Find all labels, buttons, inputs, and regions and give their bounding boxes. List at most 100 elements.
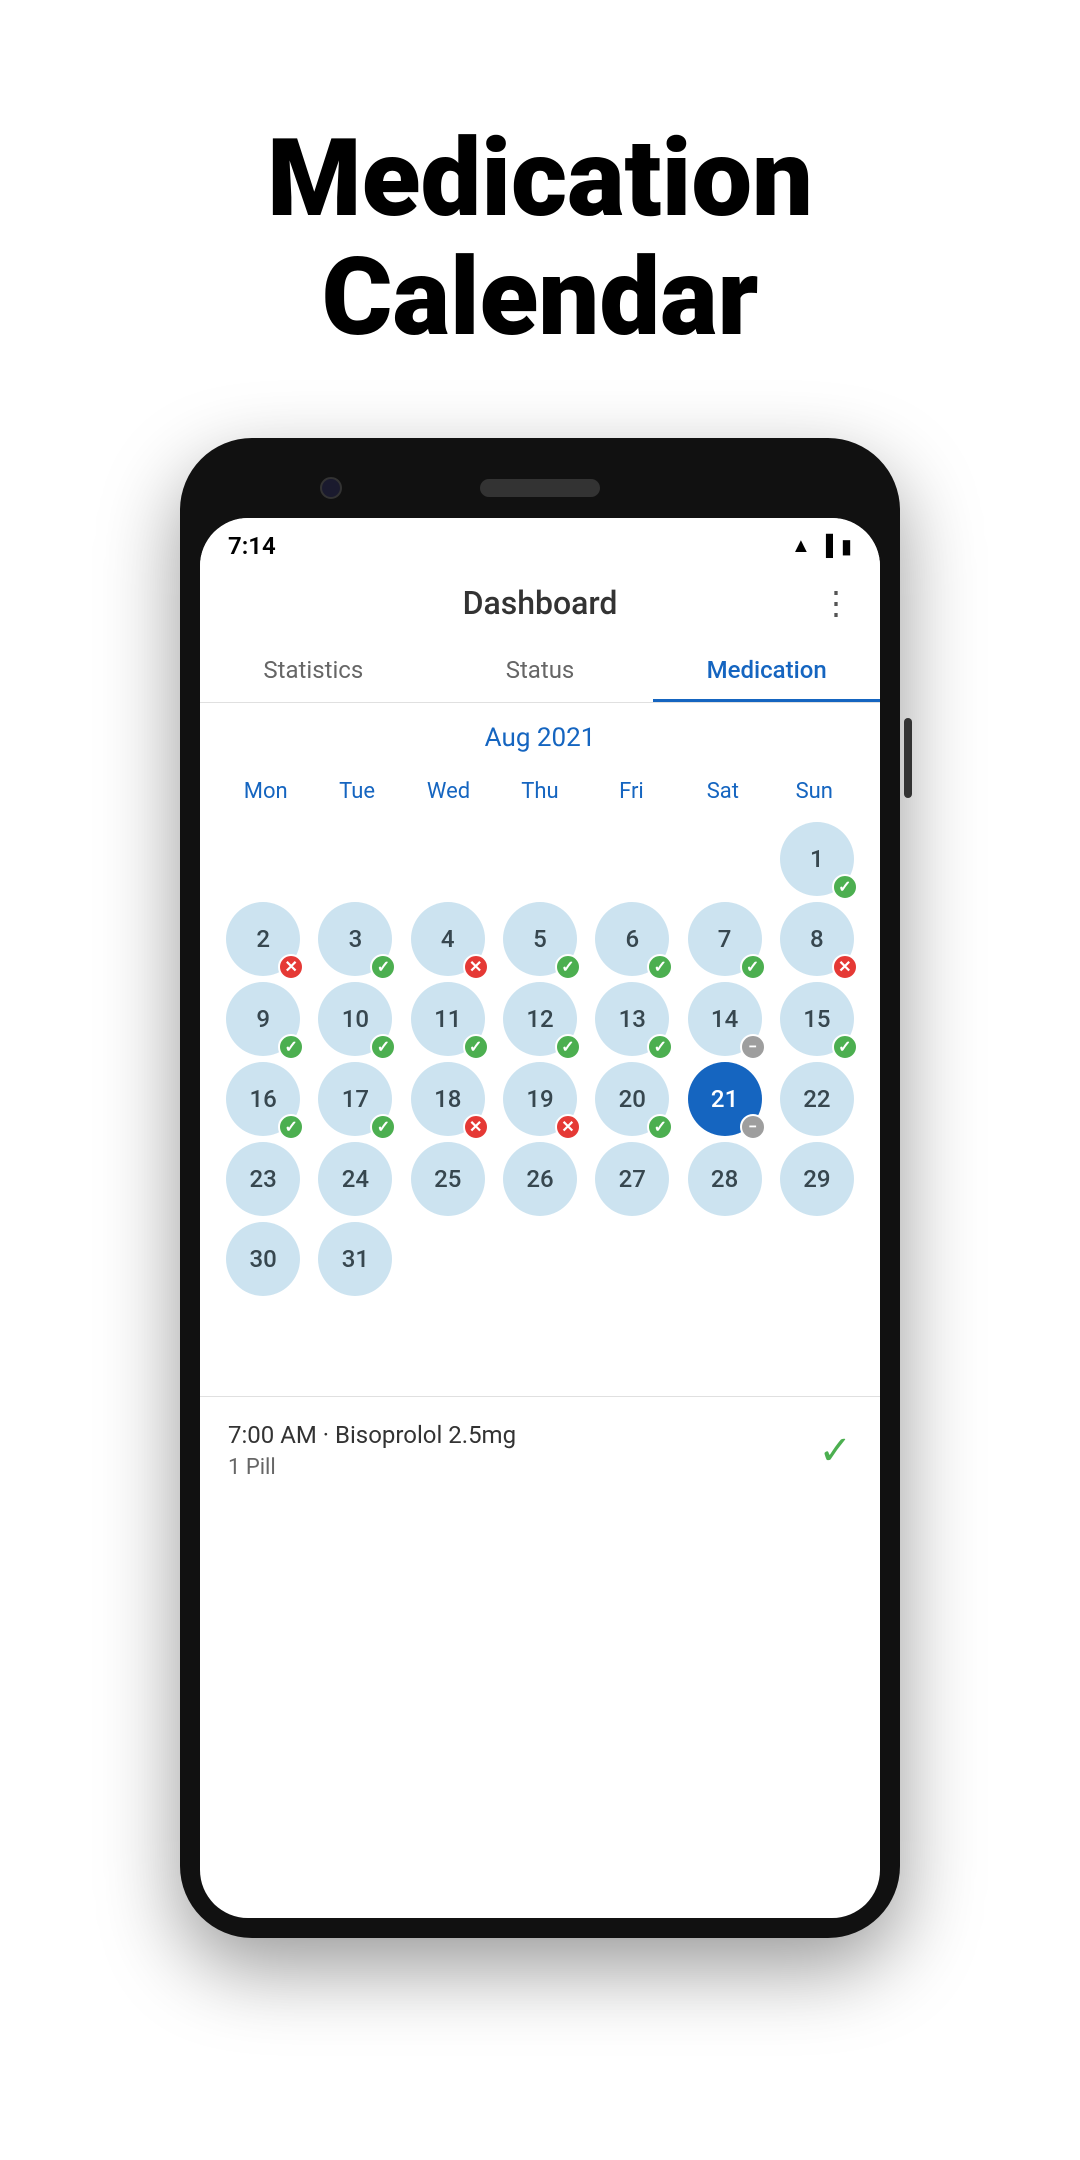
day-circle[interactable]: 29 (780, 1142, 854, 1216)
calendar-cell[interactable]: 20✓ (589, 1062, 675, 1136)
day-circle[interactable]: 16✓ (226, 1062, 300, 1136)
calendar-cell[interactable]: 2✕ (220, 902, 306, 976)
medication-time-name: 7:00 AM · Bisoprolol 2.5mg (228, 1421, 516, 1449)
medication-check-icon[interactable]: ✓ (818, 1427, 852, 1474)
calendar-cell[interactable]: 23 (220, 1142, 306, 1216)
day-number: 4 (441, 927, 455, 951)
day-circle[interactable]: 22 (780, 1062, 854, 1136)
day-circle[interactable]: 17✓ (318, 1062, 392, 1136)
day-circle[interactable]: 23 (226, 1142, 300, 1216)
day-circle[interactable]: 9✓ (226, 982, 300, 1056)
day-number: 16 (250, 1087, 277, 1111)
calendar-cell[interactable]: 17✓ (312, 1062, 398, 1136)
badge-cross-icon: ✕ (463, 1114, 489, 1140)
phone-frame: 7:14 ▲ ▐ ▮ Dashboard ⋮ Statistics Status (180, 438, 900, 1938)
day-circle[interactable]: 6✓ (595, 902, 669, 976)
day-circle[interactable]: 28 (688, 1142, 762, 1216)
calendar-cell[interactable]: 6✓ (589, 902, 675, 976)
day-circle[interactable]: 8✕ (780, 902, 854, 976)
calendar-cell (774, 1222, 860, 1296)
day-circle[interactable]: 4✕ (411, 902, 485, 976)
day-number: 12 (526, 1007, 553, 1031)
day-circle[interactable]: 2✕ (226, 902, 300, 976)
calendar-cell[interactable]: 22 (774, 1062, 860, 1136)
day-circle[interactable]: 24 (318, 1142, 392, 1216)
phone-wrapper: 7:14 ▲ ▐ ▮ Dashboard ⋮ Statistics Status (0, 438, 1080, 1998)
calendar-cell[interactable]: 21− (681, 1062, 767, 1136)
day-number: 31 (342, 1247, 369, 1271)
calendar-cell[interactable]: 24 (312, 1142, 398, 1216)
day-number: 19 (526, 1087, 553, 1111)
calendar-cell (405, 1222, 491, 1296)
day-circle[interactable]: 30 (226, 1222, 300, 1296)
day-circle[interactable]: 20✓ (595, 1062, 669, 1136)
calendar-cell[interactable]: 5✓ (497, 902, 583, 976)
calendar-cell[interactable]: 29 (774, 1142, 860, 1216)
menu-button[interactable]: ⋮ (820, 584, 852, 622)
day-circle[interactable]: 31 (318, 1222, 392, 1296)
calendar-cell[interactable]: 16✓ (220, 1062, 306, 1136)
calendar-cell[interactable]: 14− (681, 982, 767, 1056)
calendar-cell[interactable]: 7✓ (681, 902, 767, 976)
day-circle[interactable]: 25 (411, 1142, 485, 1216)
empty-calendar-cell (503, 822, 577, 896)
calendar-cell[interactable]: 31 (312, 1222, 398, 1296)
status-bar: 7:14 ▲ ▐ ▮ (200, 518, 880, 568)
day-circle[interactable]: 11✓ (411, 982, 485, 1056)
day-number: 8 (810, 927, 824, 951)
day-number: 3 (349, 927, 363, 951)
day-circle[interactable]: 21− (688, 1062, 762, 1136)
calendar-cell[interactable]: 15✓ (774, 982, 860, 1056)
day-circle[interactable]: 13✓ (595, 982, 669, 1056)
calendar-cell[interactable]: 25 (405, 1142, 491, 1216)
calendar-cell[interactable]: 30 (220, 1222, 306, 1296)
day-circle[interactable]: 12✓ (503, 982, 577, 1056)
day-circle[interactable]: 26 (503, 1142, 577, 1216)
day-circle[interactable]: 7✓ (688, 902, 762, 976)
day-number: 6 (625, 927, 639, 951)
empty-calendar-cell (411, 822, 485, 896)
badge-check-icon: ✓ (278, 1114, 304, 1140)
day-circle[interactable]: 18✕ (411, 1062, 485, 1136)
calendar-cell[interactable]: 4✕ (405, 902, 491, 976)
day-circle[interactable]: 15✓ (780, 982, 854, 1056)
tab-statistics[interactable]: Statistics (200, 638, 427, 702)
day-circle[interactable]: 5✓ (503, 902, 577, 976)
tab-medication[interactable]: Medication (653, 638, 880, 702)
phone-side-button (904, 718, 912, 798)
calendar-cell[interactable]: 26 (497, 1142, 583, 1216)
empty-calendar-cell (318, 822, 392, 896)
day-circle[interactable]: 10✓ (318, 982, 392, 1056)
calendar-cell[interactable]: 10✓ (312, 982, 398, 1056)
calendar-grid: 1✓2✕3✓4✕5✓6✓7✓8✕9✓10✓11✓12✓13✓14−15✓16✓1… (220, 822, 860, 1376)
calendar-cell[interactable]: 12✓ (497, 982, 583, 1056)
badge-check-icon: ✓ (370, 1034, 396, 1060)
calendar-cell[interactable]: 3✓ (312, 902, 398, 976)
battery-icon: ▮ (841, 534, 852, 558)
calendar-cell[interactable]: 8✕ (774, 902, 860, 976)
calendar-cell[interactable]: 9✓ (220, 982, 306, 1056)
weekday-sat: Sat (677, 771, 768, 812)
day-circle[interactable]: 27 (595, 1142, 669, 1216)
calendar-cell[interactable]: 19✕ (497, 1062, 583, 1136)
day-number: 2 (256, 927, 270, 951)
day-circle[interactable]: 19✕ (503, 1062, 577, 1136)
empty-calendar-cell (688, 1222, 762, 1296)
calendar-cell[interactable]: 27 (589, 1142, 675, 1216)
day-circle[interactable]: 1✓ (780, 822, 854, 896)
calendar-cell[interactable]: 13✓ (589, 982, 675, 1056)
calendar-cell[interactable]: 18✕ (405, 1062, 491, 1136)
weekday-tue: Tue (311, 771, 402, 812)
calendar-cell[interactable]: 11✓ (405, 982, 491, 1056)
calendar-cell[interactable]: 1✓ (774, 822, 860, 896)
day-circle[interactable]: 14− (688, 982, 762, 1056)
tab-status[interactable]: Status (427, 638, 654, 702)
wifi-icon: ▲ (791, 533, 811, 558)
badge-minus-icon: − (740, 1034, 766, 1060)
day-circle[interactable]: 3✓ (318, 902, 392, 976)
dashboard-title: Dashboard (463, 584, 618, 622)
day-number: 30 (250, 1247, 277, 1271)
calendar-cell (589, 822, 675, 896)
weekday-wed: Wed (403, 771, 494, 812)
calendar-cell[interactable]: 28 (681, 1142, 767, 1216)
